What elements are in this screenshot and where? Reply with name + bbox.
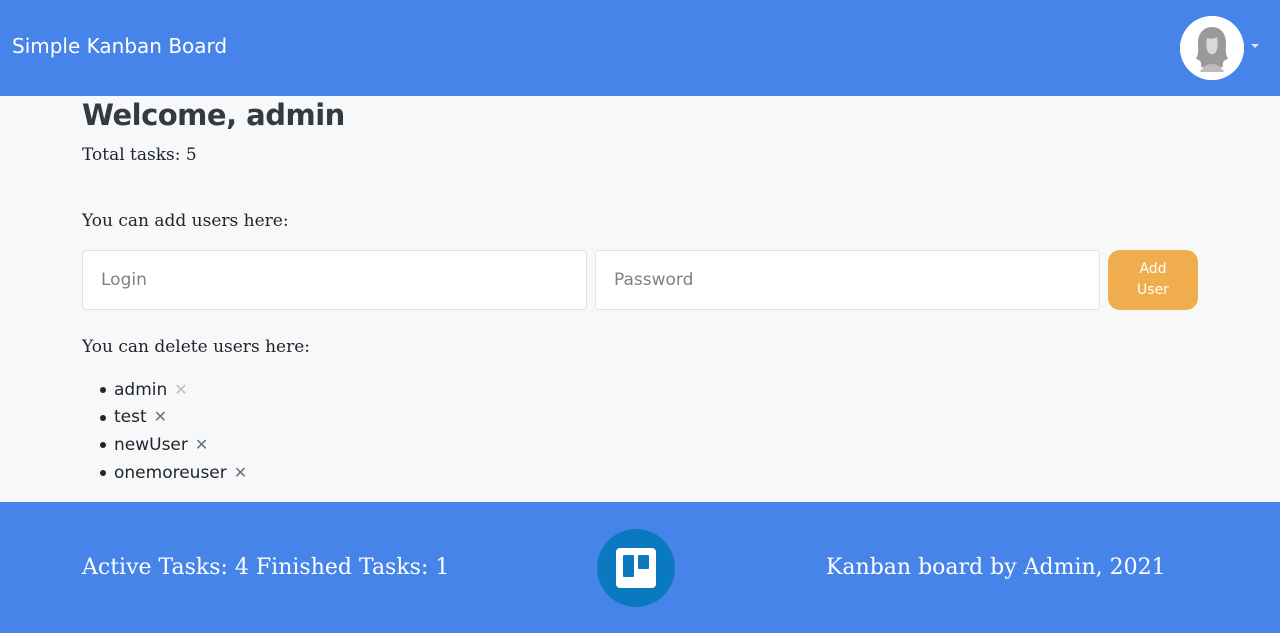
user-avatar-icon[interactable]: [1180, 16, 1244, 80]
top-navbar: Simple Kanban Board: [0, 0, 1280, 96]
footer: Active Tasks: 4 Finished Tasks: 1 Kanban…: [0, 502, 1280, 633]
total-tasks-text: Total tasks: 5: [82, 145, 197, 165]
close-icon[interactable]: ✕: [195, 436, 208, 453]
user-name: newUser: [114, 434, 188, 455]
trello-column-right: [638, 555, 649, 569]
page-title: Welcome, admin: [82, 98, 345, 132]
footer-credit: Kanban board by Admin, 2021: [826, 555, 1166, 580]
password-input[interactable]: [595, 250, 1100, 310]
caret-down-icon[interactable]: [1251, 44, 1259, 48]
delete-users-label: You can delete users here:: [82, 337, 310, 357]
trello-column-left: [623, 555, 634, 577]
user-list: admin ✕ test ✕ newUser ✕ onemoreuser ✕: [82, 376, 247, 486]
avatar-image: [1180, 16, 1244, 80]
task-stats: Active Tasks: 4 Finished Tasks: 1: [82, 555, 450, 580]
close-icon[interactable]: ✕: [234, 464, 247, 481]
user-name: admin: [114, 379, 168, 400]
list-item: test ✕: [82, 404, 247, 432]
trello-icon[interactable]: [597, 529, 675, 607]
close-icon[interactable]: ✕: [154, 409, 167, 425]
list-item: onemoreuser ✕: [82, 459, 247, 487]
app-title[interactable]: Simple Kanban Board: [12, 34, 227, 58]
close-icon[interactable]: ✕: [174, 381, 187, 398]
login-input[interactable]: [82, 250, 587, 310]
user-name: test: [114, 407, 147, 428]
add-users-label: You can add users here:: [82, 211, 289, 231]
user-name: onemoreuser: [114, 462, 227, 483]
list-item: newUser ✕: [82, 431, 247, 459]
trello-board-shape: [616, 548, 656, 588]
add-user-button[interactable]: Add User: [1108, 250, 1198, 310]
list-item: admin ✕: [82, 376, 247, 404]
